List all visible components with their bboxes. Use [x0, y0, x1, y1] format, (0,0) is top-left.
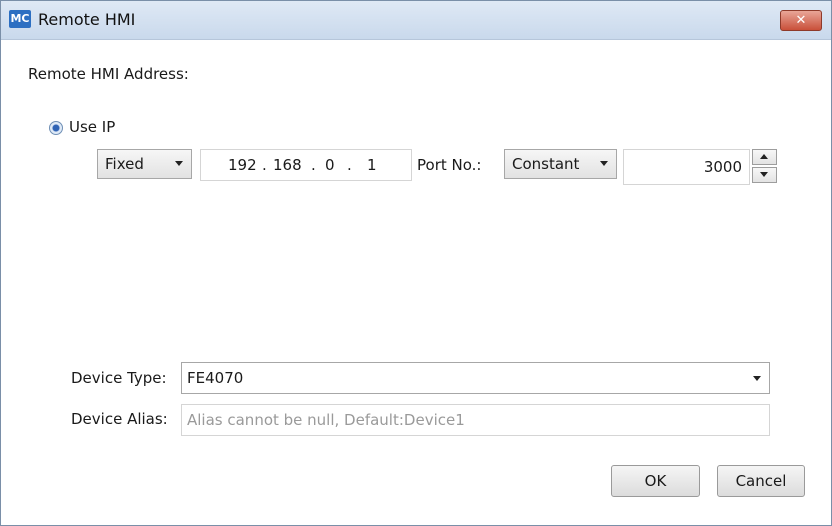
device-alias-input[interactable]: Alias cannot be null, Default:Device1	[181, 404, 770, 436]
ip-address-input[interactable]: 192 . 168 . 0 . 1	[200, 149, 412, 181]
use-ip-label[interactable]: Use IP	[69, 118, 115, 136]
cancel-button[interactable]: Cancel	[717, 465, 805, 497]
remote-hmi-dialog: MC Remote HMI ✕ Remote HMI Address: Use …	[0, 0, 832, 526]
ip-octet-3[interactable]: 0	[325, 156, 335, 174]
remote-hmi-address-label: Remote HMI Address:	[28, 65, 189, 83]
ip-mode-dropdown[interactable]: Fixed	[97, 149, 192, 179]
ip-octet-1[interactable]: 192	[228, 156, 257, 174]
ip-mode-value: Fixed	[105, 155, 144, 173]
ok-button[interactable]: OK	[611, 465, 700, 497]
port-number-input[interactable]: 3000	[623, 149, 750, 185]
window-title: Remote HMI	[38, 10, 136, 29]
spin-up-button[interactable]	[752, 149, 777, 165]
ip-separator: .	[262, 156, 267, 174]
device-type-dropdown[interactable]: FE4070	[181, 362, 770, 394]
ip-separator: .	[347, 156, 352, 174]
ip-octet-2[interactable]: 168	[273, 156, 302, 174]
device-type-value: FE4070	[187, 369, 244, 387]
port-mode-dropdown[interactable]: Constant	[504, 149, 617, 179]
chevron-down-icon	[753, 376, 761, 381]
device-type-label: Device Type:	[71, 369, 167, 387]
ip-separator: .	[311, 156, 316, 174]
use-ip-radio[interactable]	[49, 121, 63, 135]
port-label: Port No.:	[417, 156, 482, 174]
close-button[interactable]: ✕	[780, 10, 822, 31]
chevron-down-icon	[175, 161, 183, 166]
port-mode-value: Constant	[512, 155, 580, 173]
title-bar[interactable]: MC Remote HMI ✕	[1, 1, 831, 40]
app-icon: MC	[9, 10, 31, 28]
chevron-down-icon	[600, 161, 608, 166]
device-alias-label: Device Alias:	[71, 410, 168, 428]
spin-down-button[interactable]	[752, 167, 777, 183]
ip-octet-4[interactable]: 1	[367, 156, 377, 174]
device-alias-placeholder: Alias cannot be null, Default:Device1	[187, 411, 465, 429]
port-number-value: 3000	[703, 158, 742, 176]
